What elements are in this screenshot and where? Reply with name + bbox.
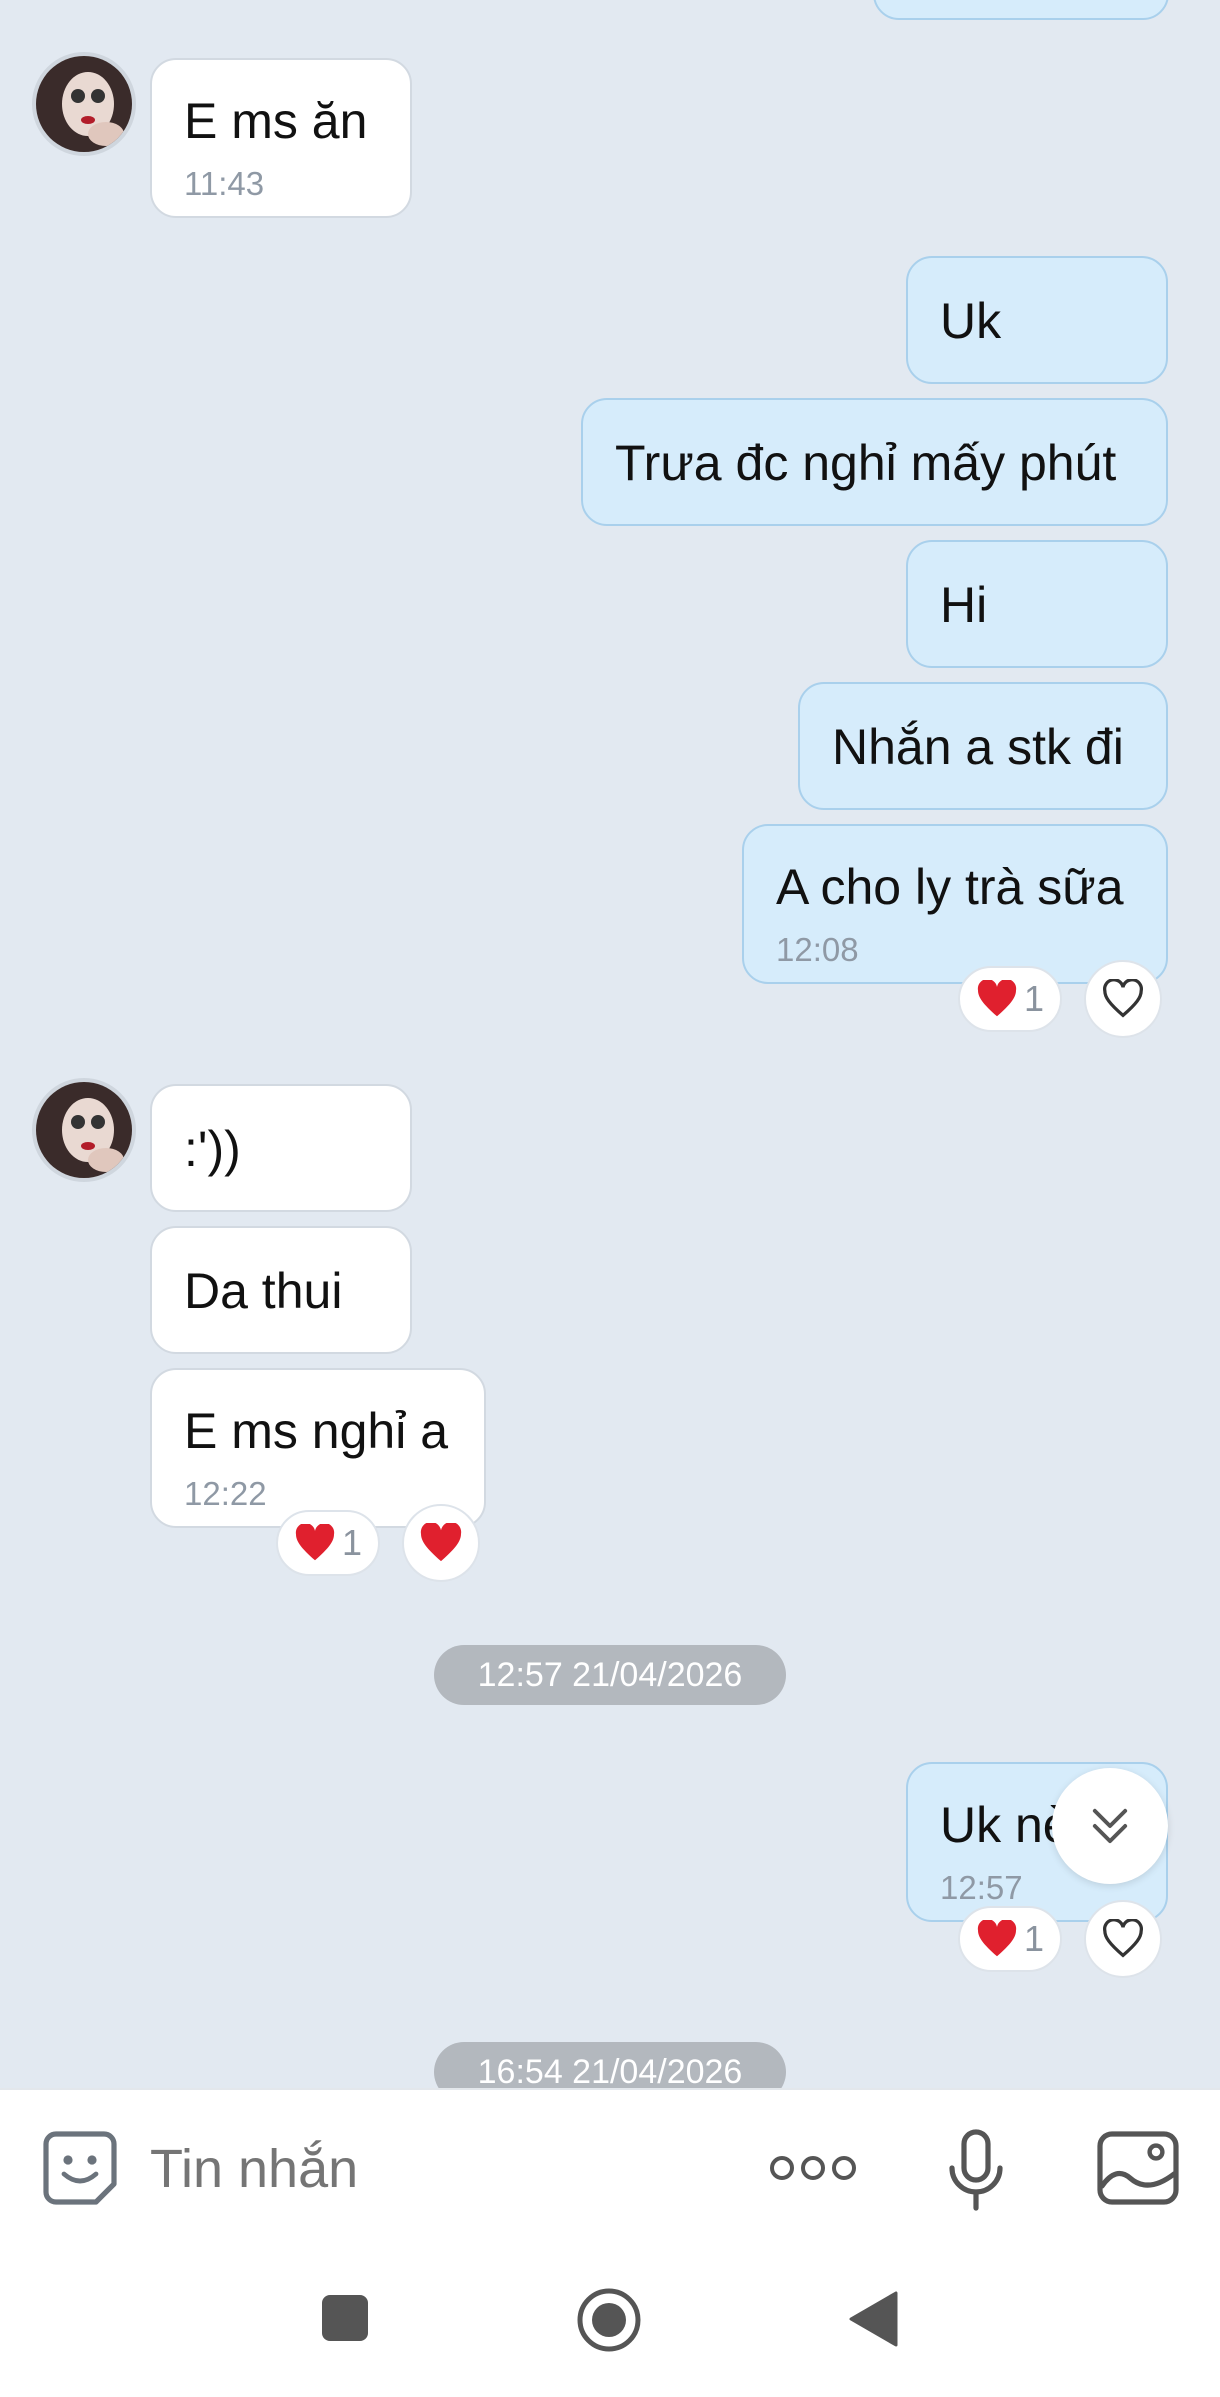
- message-time: 12:57: [940, 1869, 1023, 1906]
- mic-icon: [949, 2129, 1003, 2211]
- message-text: :')): [184, 1121, 241, 1177]
- sticker-icon: [43, 2131, 117, 2205]
- message-bubble[interactable]: Da thui: [150, 1226, 412, 1354]
- avatar-photo: [36, 1082, 132, 1178]
- message-bubble[interactable]: Uk: [906, 256, 1168, 384]
- message-text: A cho ly trà sữa: [776, 859, 1124, 915]
- heart-icon: [977, 1920, 1017, 1957]
- more-button[interactable]: [766, 2138, 860, 2198]
- voice-button[interactable]: [944, 2128, 1008, 2212]
- back-button[interactable]: [848, 2291, 898, 2347]
- reaction-summary[interactable]: 1: [958, 966, 1062, 1032]
- avatar-photo: [36, 56, 132, 152]
- message-text: E ms nghỉ a: [184, 1403, 449, 1459]
- date-separator: 12:57 21/04/2026: [434, 1645, 786, 1705]
- reaction-summary[interactable]: 1: [276, 1510, 380, 1576]
- avatar[interactable]: [32, 1078, 136, 1182]
- square-icon: [322, 2295, 368, 2341]
- message-bubble[interactable]: :')): [150, 1084, 412, 1212]
- react-button[interactable]: [402, 1504, 480, 1582]
- reaction-summary[interactable]: 1: [958, 1906, 1062, 1972]
- scroll-to-bottom-button[interactable]: [1052, 1768, 1168, 1884]
- message-bubble[interactable]: Nhắn a stk đi: [798, 682, 1168, 810]
- avatar[interactable]: [32, 52, 136, 156]
- more-dots-icon: [770, 2156, 856, 2180]
- date-separator: 16:54 21/04/2026: [434, 2042, 786, 2088]
- reaction-count: 1: [341, 1522, 363, 1563]
- reaction-count: 1: [1023, 978, 1045, 1019]
- message-time: 12:08: [776, 931, 859, 968]
- message-text: Hi: [940, 577, 988, 633]
- double-chevron-down-icon: [1092, 1808, 1128, 1844]
- message-text: Trưa đc nghỉ mấy phút: [615, 435, 1117, 491]
- message-text: Da thui: [184, 1263, 343, 1319]
- message-time: 11:43: [184, 165, 265, 202]
- heart-outline-icon: [1103, 1919, 1143, 1958]
- message-bubble[interactable]: Trưa đc nghỉ mấy phút: [581, 398, 1168, 526]
- message-bubble[interactable]: Hi: [906, 540, 1168, 668]
- message-text: E ms ăn: [184, 93, 368, 149]
- system-nav-bar: [0, 2243, 1220, 2397]
- heart-outline-icon: [1103, 979, 1143, 1018]
- image-button[interactable]: [1096, 2130, 1180, 2206]
- heart-icon: [295, 1524, 335, 1561]
- heart-icon: [420, 1523, 462, 1562]
- reaction-count: 1: [1023, 1918, 1045, 1959]
- chat-area[interactable]: E ms ăn 11:43 Uk Trưa đc nghỉ mấy phút H…: [0, 0, 1220, 2088]
- message-bubble-partial[interactable]: [873, 0, 1169, 20]
- heart-icon: [977, 980, 1017, 1017]
- message-bubble[interactable]: A cho ly trà sữa 12:08: [742, 824, 1168, 984]
- message-input[interactable]: [148, 2126, 712, 2212]
- recent-apps-button[interactable]: [320, 2293, 370, 2343]
- triangle-icon: [849, 2291, 898, 2347]
- image-icon: [1097, 2131, 1179, 2205]
- react-button[interactable]: [1084, 960, 1162, 1038]
- home-button[interactable]: [576, 2287, 642, 2353]
- sticker-button[interactable]: [40, 2128, 120, 2208]
- message-text: Uk: [940, 293, 1002, 349]
- message-time: 12:22: [184, 1475, 267, 1512]
- composer-bar: [0, 2088, 1220, 2245]
- message-bubble[interactable]: E ms ăn 11:43: [150, 58, 412, 218]
- react-button[interactable]: [1084, 1900, 1162, 1978]
- circle-icon: [577, 2288, 641, 2352]
- message-text: Nhắn a stk đi: [832, 719, 1124, 775]
